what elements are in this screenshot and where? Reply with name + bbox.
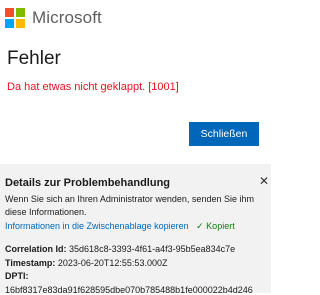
details-text: Wenn Sie sich an Ihren Administrator wen… xyxy=(5,194,254,217)
timestamp-value: 2023-06-20T12:55:53.000Z xyxy=(57,258,168,268)
correlation-id-label: Correlation Id: xyxy=(5,244,67,254)
logo-square-red xyxy=(5,8,14,17)
copy-to-clipboard-link[interactable]: Informationen in die Zwischenablage kopi… xyxy=(5,221,189,231)
dpti-row: DPTI: xyxy=(5,271,29,281)
error-message: Da hat etwas nicht geklappt. [1001] xyxy=(7,81,179,93)
copy-row: Informationen in die Zwischenablage kopi… xyxy=(5,221,235,232)
microsoft-logo-icon xyxy=(5,8,25,28)
copied-status: ✓ Kopiert xyxy=(196,221,235,231)
correlation-id-value: 35d618c8-3393-4f61-a4f3-95b5ea834c7e xyxy=(69,244,236,254)
logo-square-blue xyxy=(5,19,14,28)
timestamp-row: Timestamp: 2023-06-20T12:55:53.000Z xyxy=(5,258,167,268)
logo-square-yellow xyxy=(16,19,25,28)
details-title: Details zur Problembehandlung xyxy=(5,177,171,189)
brand-name: Microsoft xyxy=(32,8,102,27)
close-icon[interactable]: ✕ xyxy=(259,174,269,188)
logo-square-green xyxy=(16,8,25,17)
microsoft-logo-row: Microsoft xyxy=(5,7,102,29)
dpti-value: 16bf8317e83da91f628595dbe070b785488b1fe0… xyxy=(5,285,253,295)
close-button[interactable]: Schließen xyxy=(189,122,259,146)
dpti-label: DPTI: xyxy=(5,271,29,281)
timestamp-label: Timestamp: xyxy=(5,258,56,268)
troubleshooting-panel: ✕ Details zur Problembehandlung Wenn Sie… xyxy=(0,164,271,295)
page-title: Fehler xyxy=(7,48,61,69)
correlation-id-row: Correlation Id: 35d618c8-3393-4f61-a4f3-… xyxy=(5,244,235,254)
